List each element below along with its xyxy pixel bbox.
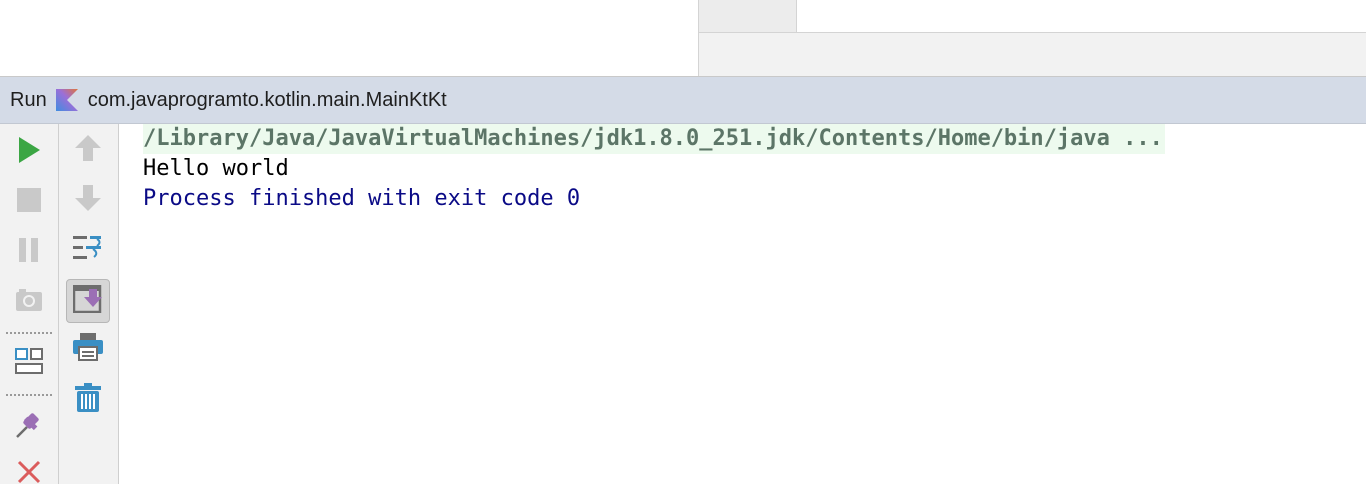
toolbar-separator	[6, 332, 52, 334]
restore-layout-button[interactable]	[9, 343, 49, 383]
pin-icon	[15, 409, 43, 444]
arrow-up-icon	[75, 134, 101, 166]
run-config-tab[interactable]: com.javaprogramto.kotlin.main.MainKtKt	[88, 89, 447, 112]
scroll-to-end-icon	[72, 284, 103, 318]
camera-icon	[15, 288, 43, 317]
run-toolbar-right	[59, 124, 119, 484]
pause-button[interactable]	[9, 232, 49, 272]
stop-icon	[17, 187, 41, 217]
kotlin-icon	[55, 89, 78, 111]
pause-icon	[18, 237, 40, 267]
print-icon	[73, 332, 103, 366]
console-command-line[interactable]: /Library/Java/JavaVirtualMachines/jdk1.8…	[143, 124, 1165, 154]
console-output[interactable]: /Library/Java/JavaVirtualMachines/jdk1.8…	[119, 124, 1366, 484]
run-toolbar-left	[0, 124, 59, 484]
play-icon	[17, 136, 41, 169]
scroll-to-end-button[interactable]	[66, 279, 110, 323]
dump-threads-button[interactable]	[9, 282, 49, 322]
arrow-down-icon	[75, 184, 101, 216]
up-stack-trace-button[interactable]	[68, 130, 108, 170]
print-button[interactable]	[68, 329, 108, 369]
clear-all-button[interactable]	[68, 380, 108, 420]
stop-button[interactable]	[9, 182, 49, 222]
close-icon	[17, 460, 41, 489]
editor-right-pane	[698, 0, 1366, 76]
run-panel-header: Run com.javaprogramto.kotlin.main.MainKt…	[0, 77, 1366, 124]
soft-wrap-icon	[73, 234, 103, 267]
layout-icon	[15, 347, 43, 380]
console-output-line: Hello world	[143, 156, 289, 181]
rerun-button[interactable]	[9, 132, 49, 172]
editor-area	[0, 0, 1366, 77]
down-stack-trace-button[interactable]	[68, 180, 108, 220]
editor-left-pane	[0, 0, 698, 76]
soft-wrap-button[interactable]	[68, 230, 108, 270]
trash-icon	[74, 382, 102, 418]
editor-right-tab[interactable]	[699, 0, 797, 33]
close-button[interactable]	[9, 454, 49, 494]
toolbar-separator	[6, 394, 52, 396]
run-panel-title: Run	[10, 88, 47, 111]
console-exit-line: Process finished with exit code 0	[143, 186, 581, 211]
editor-right-tabbar	[797, 0, 1366, 33]
pin-tab-button[interactable]	[9, 406, 49, 446]
